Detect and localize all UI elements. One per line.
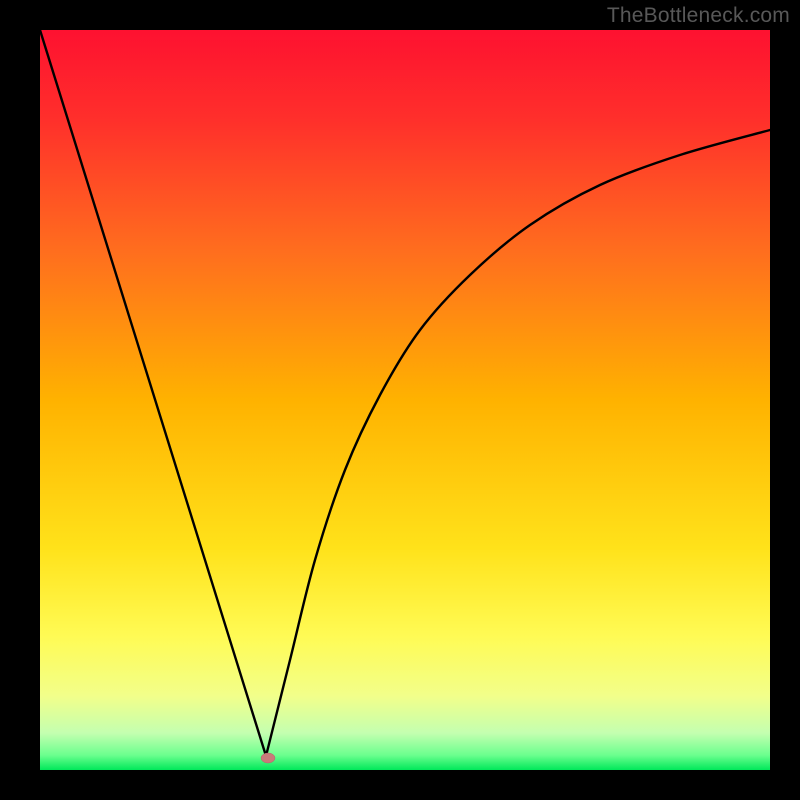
minimum-dot	[261, 753, 275, 763]
plot-background	[40, 30, 770, 770]
chart-svg	[0, 0, 800, 800]
watermark-text: TheBottleneck.com	[607, 4, 790, 28]
chart-frame: TheBottleneck.com	[0, 0, 800, 800]
